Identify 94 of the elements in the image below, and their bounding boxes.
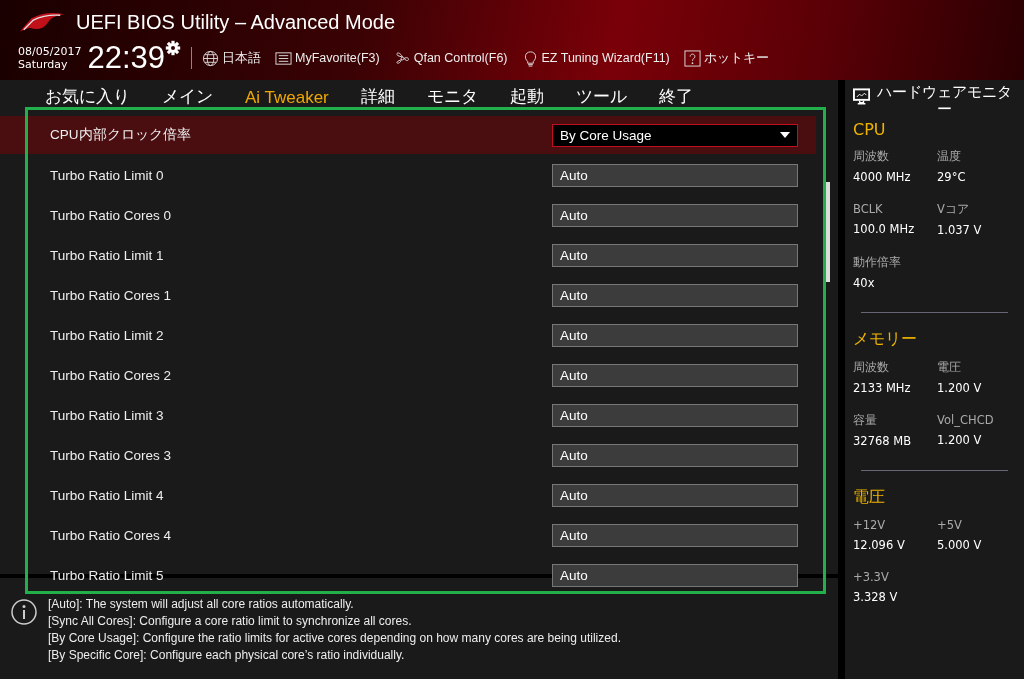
menu-tab[interactable]: お気に入り	[33, 85, 142, 112]
reading-value: 1.200 V	[937, 381, 983, 395]
day-label: Saturday	[18, 58, 69, 71]
reading-label: +12V	[853, 518, 887, 532]
input-field[interactable]: Auto	[552, 363, 798, 387]
date-label: 08/05/2017	[18, 45, 82, 58]
input-field[interactable]: Auto	[552, 563, 798, 587]
menu-tab[interactable]: Ai Tweaker	[233, 88, 341, 112]
window-title: UEFI BIOS Utility – Advanced Mode	[76, 10, 396, 34]
toolbar-button[interactable]: ホットキー	[683, 49, 769, 67]
toolbar-button[interactable]: Qfan Control(F6)	[393, 49, 508, 67]
section-title: メモリー	[853, 329, 918, 350]
reading-label: Vコア	[937, 202, 970, 217]
logo-icon	[18, 10, 66, 34]
reading-value: 29°C	[937, 170, 967, 184]
reading-value: 3.328 V	[853, 590, 899, 604]
setting-row[interactable]: Turbo Ratio Limit 5 Auto	[0, 556, 816, 594]
section-title: 電圧	[853, 487, 886, 508]
setting-row[interactable]: Turbo Ratio Cores 1 Auto	[0, 276, 816, 314]
setting-label: Turbo Ratio Limit 2	[50, 327, 164, 343]
reading-label: +5V	[937, 518, 963, 532]
setting-label: Turbo Ratio Limit 1	[50, 247, 164, 263]
setting-label: Turbo Ratio Limit 3	[50, 407, 164, 423]
panel-title: ハードウェアモニター	[876, 84, 1014, 118]
reading-value: 1.200 V	[937, 433, 983, 447]
menu-tab[interactable]: ツール	[563, 85, 639, 112]
menu-tab[interactable]: メイン	[150, 85, 225, 112]
list-icon	[275, 49, 292, 67]
reading-label: 周波数	[853, 149, 890, 164]
reading-value: 2133 MHz	[853, 381, 912, 395]
settings-icon[interactable]	[165, 40, 181, 56]
setting-label: Turbo Ratio Cores 4	[50, 527, 172, 543]
setting-label: Turbo Ratio Cores 1	[50, 287, 172, 303]
setting-row[interactable]: Turbo Ratio Limit 1 Auto	[0, 236, 816, 274]
setting-row[interactable]: Turbo Ratio Cores 0 Auto	[0, 196, 816, 234]
scrollbar-thumb[interactable]	[826, 182, 830, 282]
input-field[interactable]: Auto	[552, 443, 798, 467]
reading-label: 電圧	[937, 360, 962, 375]
setting-row[interactable]: Turbo Ratio Limit 0 Auto	[0, 156, 816, 194]
monitor-icon	[853, 88, 871, 106]
help-text: [By Core Usage]: Configure the ratio limits for active cores depending on how many cores are being utilized.	[48, 630, 621, 647]
caret-icon	[780, 132, 790, 138]
input-field[interactable]: Auto	[552, 403, 798, 427]
section-title: CPU	[853, 120, 887, 139]
reading-value: 12.096 V	[853, 538, 906, 552]
input-field[interactable]: Auto	[552, 163, 798, 187]
help-text: [By Specific Core]: Configure each physical core’s ratio individually.	[48, 647, 406, 664]
setting-row[interactable]: Turbo Ratio Cores 2 Auto	[0, 356, 816, 394]
input-field[interactable]: Auto	[552, 523, 798, 547]
toolbar-button[interactable]: 日本語	[202, 49, 261, 67]
help-icon	[683, 49, 701, 67]
help-text: [Auto]: The system will adjust all core ratios automatically.	[48, 596, 355, 613]
reading-value: 1.037 V	[937, 223, 983, 237]
dropdown[interactable]: By Core Usage	[552, 123, 798, 147]
reading-label: 周波数	[853, 360, 890, 375]
setting-label: Turbo Ratio Limit 4	[50, 487, 164, 503]
setting-label: Turbo Ratio Cores 3	[50, 447, 172, 463]
reading-value: 4000 MHz	[853, 170, 912, 184]
menu-tab[interactable]: 詳細	[348, 85, 407, 112]
input-field[interactable]: Auto	[552, 283, 798, 307]
reading-value: 40x	[853, 276, 876, 290]
reading-value: 100.0 MHz	[853, 222, 916, 236]
input-field[interactable]: Auto	[552, 323, 798, 347]
reading-label: BCLK	[853, 202, 884, 216]
setting-row[interactable]: Turbo Ratio Cores 4 Auto	[0, 516, 816, 554]
reading-label: 温度	[937, 149, 962, 164]
setting-row[interactable]: Turbo Ratio Limit 2 Auto	[0, 316, 816, 354]
clock-time: 22:39	[87, 41, 165, 75]
setting-label: Turbo Ratio Cores 2	[50, 367, 172, 383]
reading-label: +3.3V	[853, 570, 890, 584]
menu-tab[interactable]: 起動	[497, 85, 556, 112]
setting-row[interactable]: Turbo Ratio Limit 4 Auto	[0, 476, 816, 514]
info-icon	[10, 598, 38, 626]
setting-label: CPU内部クロック倍率	[50, 126, 191, 144]
input-field[interactable]: Auto	[552, 203, 798, 227]
toolbar-button[interactable]: MyFavorite(F3)	[275, 49, 380, 67]
help-text: [Sync All Cores]: Configure a core ratio limit to synchronize all cores.	[48, 613, 413, 630]
reading-label: Vol_CHCD	[937, 413, 995, 427]
reading-label: 動作倍率	[853, 255, 902, 270]
menu-tab[interactable]: 終了	[646, 85, 705, 112]
menu-tab[interactable]: モニタ	[414, 85, 490, 112]
setting-row[interactable]: Turbo Ratio Limit 3 Auto	[0, 396, 816, 434]
toolbar-button[interactable]: EZ Tuning Wizard(F11)	[521, 49, 670, 67]
selected-row-highlight[interactable]: CPU内部クロック倍率 By Core Usage	[0, 116, 816, 154]
reading-value: 5.000 V	[937, 538, 983, 552]
setting-row[interactable]: Turbo Ratio Cores 3 Auto	[0, 436, 816, 474]
input-field[interactable]: Auto	[552, 483, 798, 507]
reading-value: 32768 MB	[853, 434, 913, 448]
reading-label: 容量	[853, 413, 878, 428]
input-field[interactable]: Auto	[552, 243, 798, 267]
globe-icon	[202, 49, 219, 67]
setting-label: Turbo Ratio Limit 0	[50, 167, 164, 183]
setting-label: Turbo Ratio Cores 0	[50, 207, 172, 223]
setting-label: Turbo Ratio Limit 5	[50, 567, 164, 583]
